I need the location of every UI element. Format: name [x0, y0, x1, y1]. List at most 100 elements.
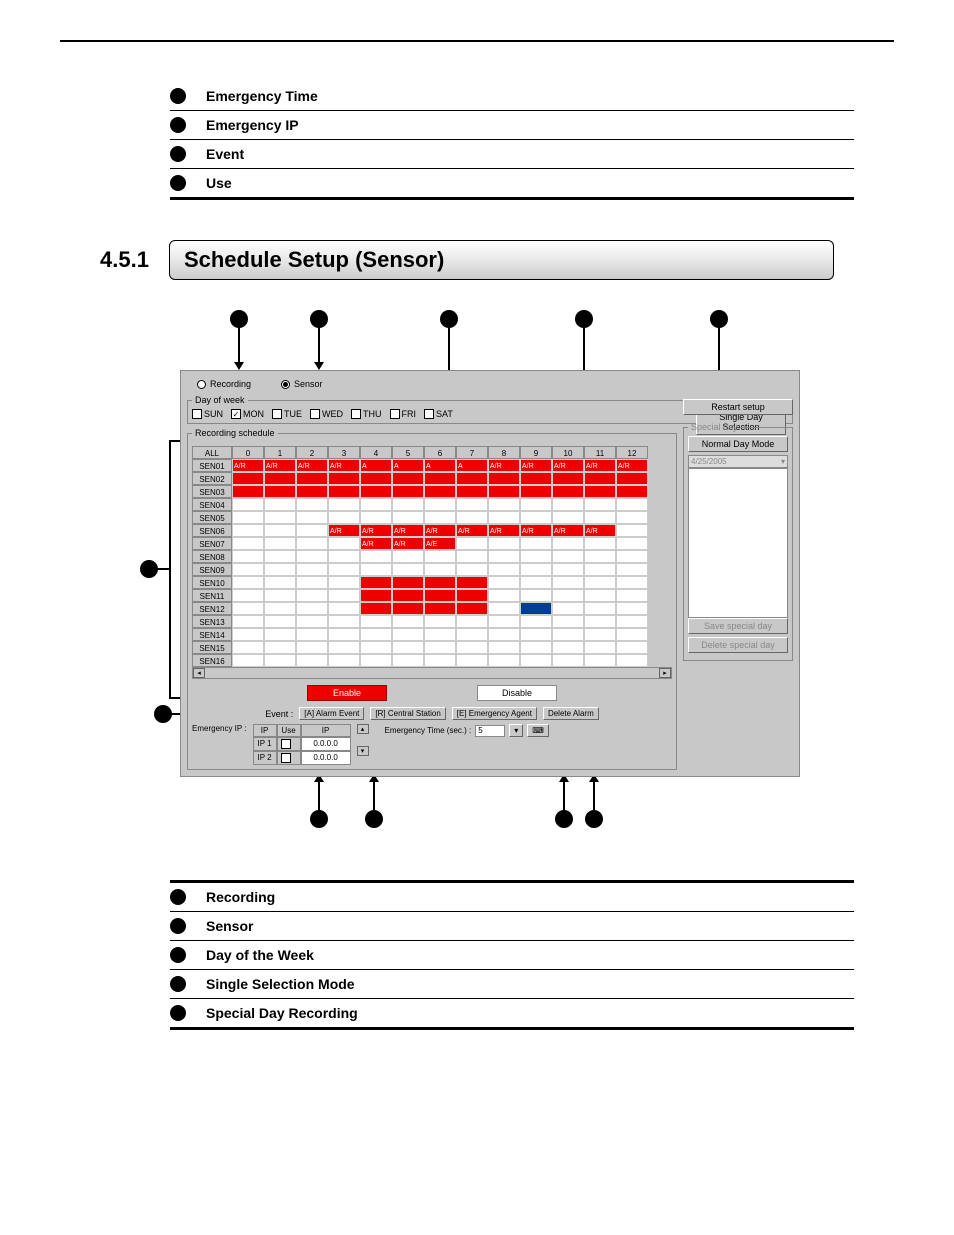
schedule-cell[interactable]: [424, 602, 456, 615]
schedule-cell[interactable]: A/R: [552, 524, 584, 537]
schedule-cell[interactable]: A/R: [328, 524, 360, 537]
row-label[interactable]: SEN11: [192, 589, 232, 602]
schedule-cell[interactable]: [360, 602, 392, 615]
schedule-cell[interactable]: [552, 602, 584, 615]
schedule-cell[interactable]: [296, 537, 328, 550]
schedule-cell[interactable]: [424, 563, 456, 576]
schedule-cell[interactable]: [424, 654, 456, 667]
schedule-cell[interactable]: [456, 537, 488, 550]
schedule-cell[interactable]: [616, 602, 648, 615]
schedule-cell[interactable]: [488, 485, 520, 498]
col-header[interactable]: 7: [456, 446, 488, 459]
schedule-cell[interactable]: [616, 628, 648, 641]
save-special-day-button[interactable]: Save special day: [688, 618, 788, 634]
schedule-cell[interactable]: [296, 550, 328, 563]
schedule-cell[interactable]: [456, 563, 488, 576]
schedule-cell[interactable]: [456, 602, 488, 615]
schedule-cell[interactable]: [328, 537, 360, 550]
schedule-cell[interactable]: A/R: [296, 459, 328, 472]
schedule-cell[interactable]: A/R: [488, 524, 520, 537]
schedule-cell[interactable]: [360, 498, 392, 511]
schedule-cell[interactable]: A/R: [264, 459, 296, 472]
ip-scroll-up-icon[interactable]: ▴: [357, 724, 369, 734]
schedule-cell[interactable]: [232, 511, 264, 524]
schedule-cell[interactable]: [392, 550, 424, 563]
disable-button[interactable]: Disable: [477, 685, 557, 701]
schedule-cell[interactable]: [424, 498, 456, 511]
schedule-cell[interactable]: A/R: [232, 459, 264, 472]
row-label[interactable]: SEN13: [192, 615, 232, 628]
schedule-cell[interactable]: [616, 654, 648, 667]
schedule-cell[interactable]: A/R: [552, 459, 584, 472]
schedule-cell[interactable]: A/R: [328, 459, 360, 472]
schedule-cell[interactable]: [488, 498, 520, 511]
schedule-cell[interactable]: [552, 563, 584, 576]
schedule-cell[interactable]: [264, 628, 296, 641]
schedule-cell[interactable]: [456, 628, 488, 641]
schedule-cell[interactable]: A/R: [520, 459, 552, 472]
schedule-cell[interactable]: [584, 485, 616, 498]
row-label[interactable]: SEN16: [192, 654, 232, 667]
alarm-event-button[interactable]: [A] Alarm Event: [299, 707, 364, 720]
schedule-cell[interactable]: [264, 576, 296, 589]
schedule-cell[interactable]: [616, 498, 648, 511]
schedule-cell[interactable]: [616, 589, 648, 602]
row-label[interactable]: ALL: [192, 446, 232, 459]
schedule-cell[interactable]: [232, 485, 264, 498]
schedule-cell[interactable]: [424, 576, 456, 589]
schedule-cell[interactable]: [520, 511, 552, 524]
day-checkbox-sun[interactable]: SUN: [192, 409, 223, 419]
schedule-cell[interactable]: [328, 602, 360, 615]
delete-special-day-button[interactable]: Delete special day: [688, 637, 788, 653]
schedule-cell[interactable]: A: [360, 459, 392, 472]
schedule-cell[interactable]: [296, 563, 328, 576]
ip-use-checkbox[interactable]: [277, 737, 301, 751]
schedule-cell[interactable]: [488, 472, 520, 485]
schedule-cell[interactable]: [584, 654, 616, 667]
schedule-cell[interactable]: [328, 563, 360, 576]
schedule-cell[interactable]: [264, 563, 296, 576]
schedule-cell[interactable]: [552, 511, 584, 524]
schedule-cell[interactable]: [392, 563, 424, 576]
row-label[interactable]: SEN06: [192, 524, 232, 537]
emergency-time-input[interactable]: 5: [475, 725, 505, 737]
col-header[interactable]: 3: [328, 446, 360, 459]
special-date-picker[interactable]: 4/25/2005 ▾: [688, 455, 788, 468]
schedule-cell[interactable]: [552, 641, 584, 654]
schedule-cell[interactable]: [360, 563, 392, 576]
schedule-cell[interactable]: [232, 524, 264, 537]
schedule-cell[interactable]: [584, 472, 616, 485]
schedule-cell[interactable]: [488, 576, 520, 589]
schedule-cell[interactable]: [584, 615, 616, 628]
row-label[interactable]: SEN08: [192, 550, 232, 563]
row-label[interactable]: SEN03: [192, 485, 232, 498]
schedule-cell[interactable]: [616, 615, 648, 628]
schedule-cell[interactable]: [232, 589, 264, 602]
schedule-cell[interactable]: [584, 563, 616, 576]
schedule-cell[interactable]: [584, 589, 616, 602]
special-day-listbox[interactable]: [688, 468, 788, 618]
schedule-cell[interactable]: [296, 615, 328, 628]
schedule-cell[interactable]: [552, 628, 584, 641]
schedule-cell[interactable]: [520, 537, 552, 550]
day-checkbox-mon[interactable]: ✓MON: [231, 409, 264, 419]
schedule-cell[interactable]: [424, 628, 456, 641]
schedule-cell[interactable]: [616, 511, 648, 524]
col-header[interactable]: 1: [264, 446, 296, 459]
schedule-cell[interactable]: [360, 576, 392, 589]
schedule-cell[interactable]: [360, 628, 392, 641]
schedule-cell[interactable]: [296, 511, 328, 524]
schedule-cell[interactable]: [232, 550, 264, 563]
col-header[interactable]: 8: [488, 446, 520, 459]
schedule-cell[interactable]: [584, 550, 616, 563]
schedule-cell[interactable]: [232, 537, 264, 550]
schedule-cell[interactable]: [456, 641, 488, 654]
schedule-cell[interactable]: [360, 641, 392, 654]
schedule-cell[interactable]: [392, 615, 424, 628]
schedule-cell[interactable]: [392, 589, 424, 602]
schedule-cell[interactable]: A: [392, 459, 424, 472]
schedule-cell[interactable]: [520, 628, 552, 641]
col-header[interactable]: 10: [552, 446, 584, 459]
schedule-cell[interactable]: [424, 589, 456, 602]
schedule-cell[interactable]: [232, 472, 264, 485]
